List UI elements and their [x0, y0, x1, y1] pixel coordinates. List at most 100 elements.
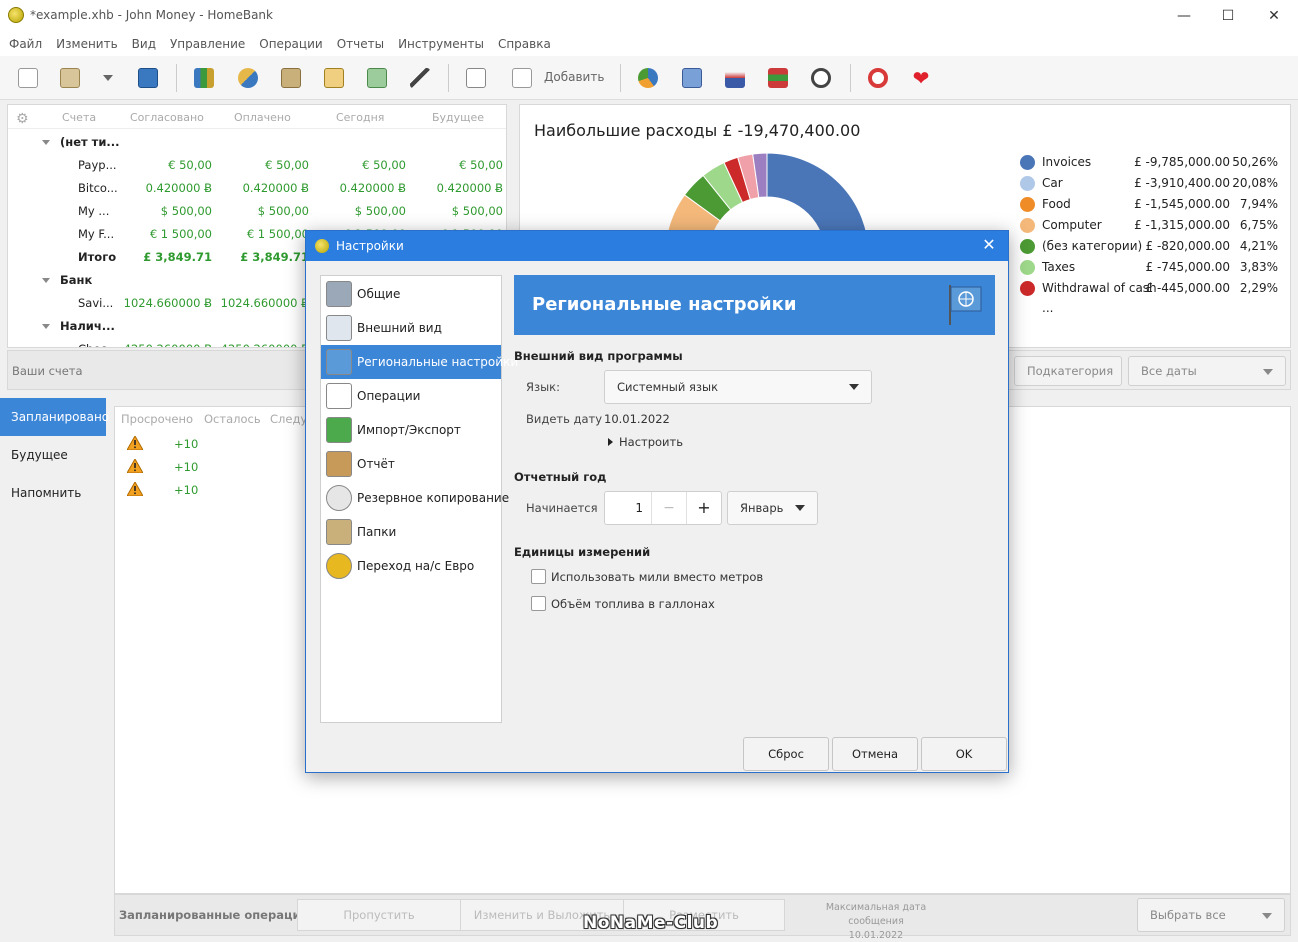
save-button[interactable] [134, 64, 162, 92]
payees-icon [238, 68, 258, 88]
legend-item[interactable]: (без категории) £ -820,000.00 4,21% [1018, 236, 1288, 257]
legend-color-swatch [1020, 176, 1035, 191]
nav-appearance[interactable]: Внешний вид [321, 311, 501, 345]
add-transaction-button[interactable] [508, 64, 536, 92]
date-range-select[interactable]: Все даты [1128, 356, 1286, 386]
menu-view[interactable]: Вид [125, 32, 163, 56]
statistics-report-button[interactable] [634, 64, 662, 92]
subcategory-toggle[interactable]: Подкатегория [1014, 356, 1122, 386]
customize-expander[interactable]: Настроить [608, 435, 683, 449]
help-button[interactable] [864, 64, 892, 92]
skip-button[interactable]: Пропустить [297, 899, 461, 931]
menu-transactions[interactable]: Операции [252, 32, 329, 56]
dialog-close-button[interactable]: ✕ [978, 235, 1000, 254]
envelope-icon [367, 68, 387, 88]
folder-icon [326, 519, 352, 545]
donate-button[interactable]: ❤ [907, 64, 935, 92]
date-range-value: Все даты [1141, 364, 1197, 378]
select-all-dropdown[interactable]: Выбрать все [1137, 898, 1285, 932]
open-file-button[interactable] [56, 64, 84, 92]
tab-future[interactable]: Будущее [0, 436, 106, 474]
add-transaction-label[interactable]: Добавить [544, 70, 604, 84]
fiscal-start-month-select[interactable]: Январь [727, 491, 818, 525]
account-group-row[interactable]: (нет ти... [8, 131, 506, 154]
legend-item[interactable]: Taxes £ -745,000.00 3,83% [1018, 257, 1288, 278]
menu-reports[interactable]: Отчеты [330, 32, 391, 56]
legend-item[interactable]: Computer £ -1,315,000.00 6,75% [1018, 215, 1288, 236]
increment-button[interactable]: + [686, 492, 721, 524]
legend-item[interactable]: Car £ -3,910,400.00 20,08% [1018, 173, 1288, 194]
nav-import-export[interactable]: Импорт/Экспорт [321, 413, 501, 447]
new-file-button[interactable] [14, 64, 42, 92]
balance-report-button[interactable] [721, 64, 749, 92]
minimize-button[interactable]: — [1164, 4, 1204, 28]
gear-icon[interactable]: ⚙ [16, 111, 29, 127]
col-overdue[interactable]: Просрочено [121, 412, 193, 426]
budget-button[interactable] [363, 64, 391, 92]
gallons-label[interactable]: Объём топлива в галлонах [551, 597, 715, 611]
fiscal-start-day-input[interactable]: 1 [605, 492, 651, 524]
payees-button[interactable] [234, 64, 262, 92]
nav-report[interactable]: Отчёт [321, 447, 501, 481]
accounts-button[interactable] [190, 64, 218, 92]
gallons-checkbox[interactable] [531, 596, 546, 611]
nav-transactions[interactable]: Операции [321, 379, 501, 413]
heart-icon: ❤ [912, 66, 930, 90]
tab-remind[interactable]: Напомнить [0, 474, 106, 512]
menu-edit[interactable]: Изменить [49, 32, 125, 56]
scheduled-row[interactable]: +10 [115, 435, 315, 457]
categories-button[interactable] [277, 64, 305, 92]
menu-manage[interactable]: Управление [163, 32, 252, 56]
col-future[interactable]: Будущее [432, 111, 484, 124]
legend-color-swatch [1020, 218, 1035, 233]
account-name: Chec... [78, 342, 118, 347]
open-recent-dropdown[interactable] [94, 64, 122, 92]
menu-help[interactable]: Справка [491, 32, 558, 56]
legend-item[interactable]: Withdrawal of cash £ -445,000.00 2,29% [1018, 278, 1288, 299]
legend-item[interactable]: Food £ -1,545,000.00 7,94% [1018, 194, 1288, 215]
scheduled-row[interactable]: +10 [115, 481, 315, 503]
menu-file[interactable]: Файл [2, 32, 49, 56]
maximize-button[interactable]: ☐ [1208, 4, 1248, 28]
nav-regional[interactable]: Региональные настройки [321, 345, 518, 379]
scheduled-row[interactable]: +10 [115, 458, 315, 480]
expander-arrow-icon[interactable] [42, 140, 50, 145]
reset-button[interactable]: Сброс [743, 737, 829, 771]
ok-button[interactable]: OK [921, 737, 1007, 771]
decrement-button[interactable]: − [651, 492, 686, 524]
col-today[interactable]: Сегодня [336, 111, 384, 124]
nav-label: Отчёт [357, 457, 395, 471]
nav-backup[interactable]: Резервное копирование [321, 481, 509, 515]
budget-report-button[interactable] [678, 64, 706, 92]
account-name: Налич... [60, 319, 115, 333]
expander-arrow-icon[interactable] [42, 278, 50, 283]
account-row[interactable]: Payp... € 50,00 € 50,00 € 50,00 € 50,00 [8, 154, 506, 177]
legend-item[interactable]: Invoices £ -9,785,000.00 50,26% [1018, 152, 1288, 173]
account-row[interactable]: My ... $ 500,00 $ 500,00 $ 500,00 $ 500,00 [8, 200, 506, 223]
fiscal-start-label: Начинается [526, 501, 598, 515]
col-remaining[interactable]: Осталось [204, 412, 261, 426]
use-miles-checkbox[interactable] [531, 569, 546, 584]
magic-wand-icon [410, 68, 430, 88]
legend-more[interactable]: ... [1042, 301, 1053, 315]
close-window-button[interactable]: ✕ [1254, 4, 1294, 28]
tab-scheduled[interactable]: Запланировано [0, 398, 109, 436]
col-cleared[interactable]: Оплачено [234, 111, 291, 124]
nav-euro[interactable]: Переход на/с Евро [321, 549, 501, 583]
menu-tools[interactable]: Инструменты [391, 32, 491, 56]
nav-general[interactable]: Общие [321, 277, 501, 311]
vehicle-cost-button[interactable] [807, 64, 835, 92]
col-reconciled[interactable]: Согласовано [130, 111, 204, 124]
language-select[interactable]: Системный язык [604, 370, 872, 404]
use-miles-label[interactable]: Использовать мили вместо метров [551, 570, 763, 584]
legend-amount: £ -745,000.00 [1145, 260, 1231, 274]
trend-report-button[interactable] [764, 64, 792, 92]
nav-folders[interactable]: Папки [321, 515, 501, 549]
account-row[interactable]: Bitco... 0.420000 Ƀ 0.420000 Ƀ 0.420000 Ƀ 0.… [8, 177, 506, 200]
col-accounts[interactable]: Счета [62, 111, 96, 124]
scheduled-button[interactable] [320, 64, 348, 92]
show-register-button[interactable] [462, 64, 490, 92]
expander-arrow-icon[interactable] [42, 324, 50, 329]
assignments-button[interactable] [406, 64, 434, 92]
cancel-button[interactable]: Отмена [832, 737, 918, 771]
